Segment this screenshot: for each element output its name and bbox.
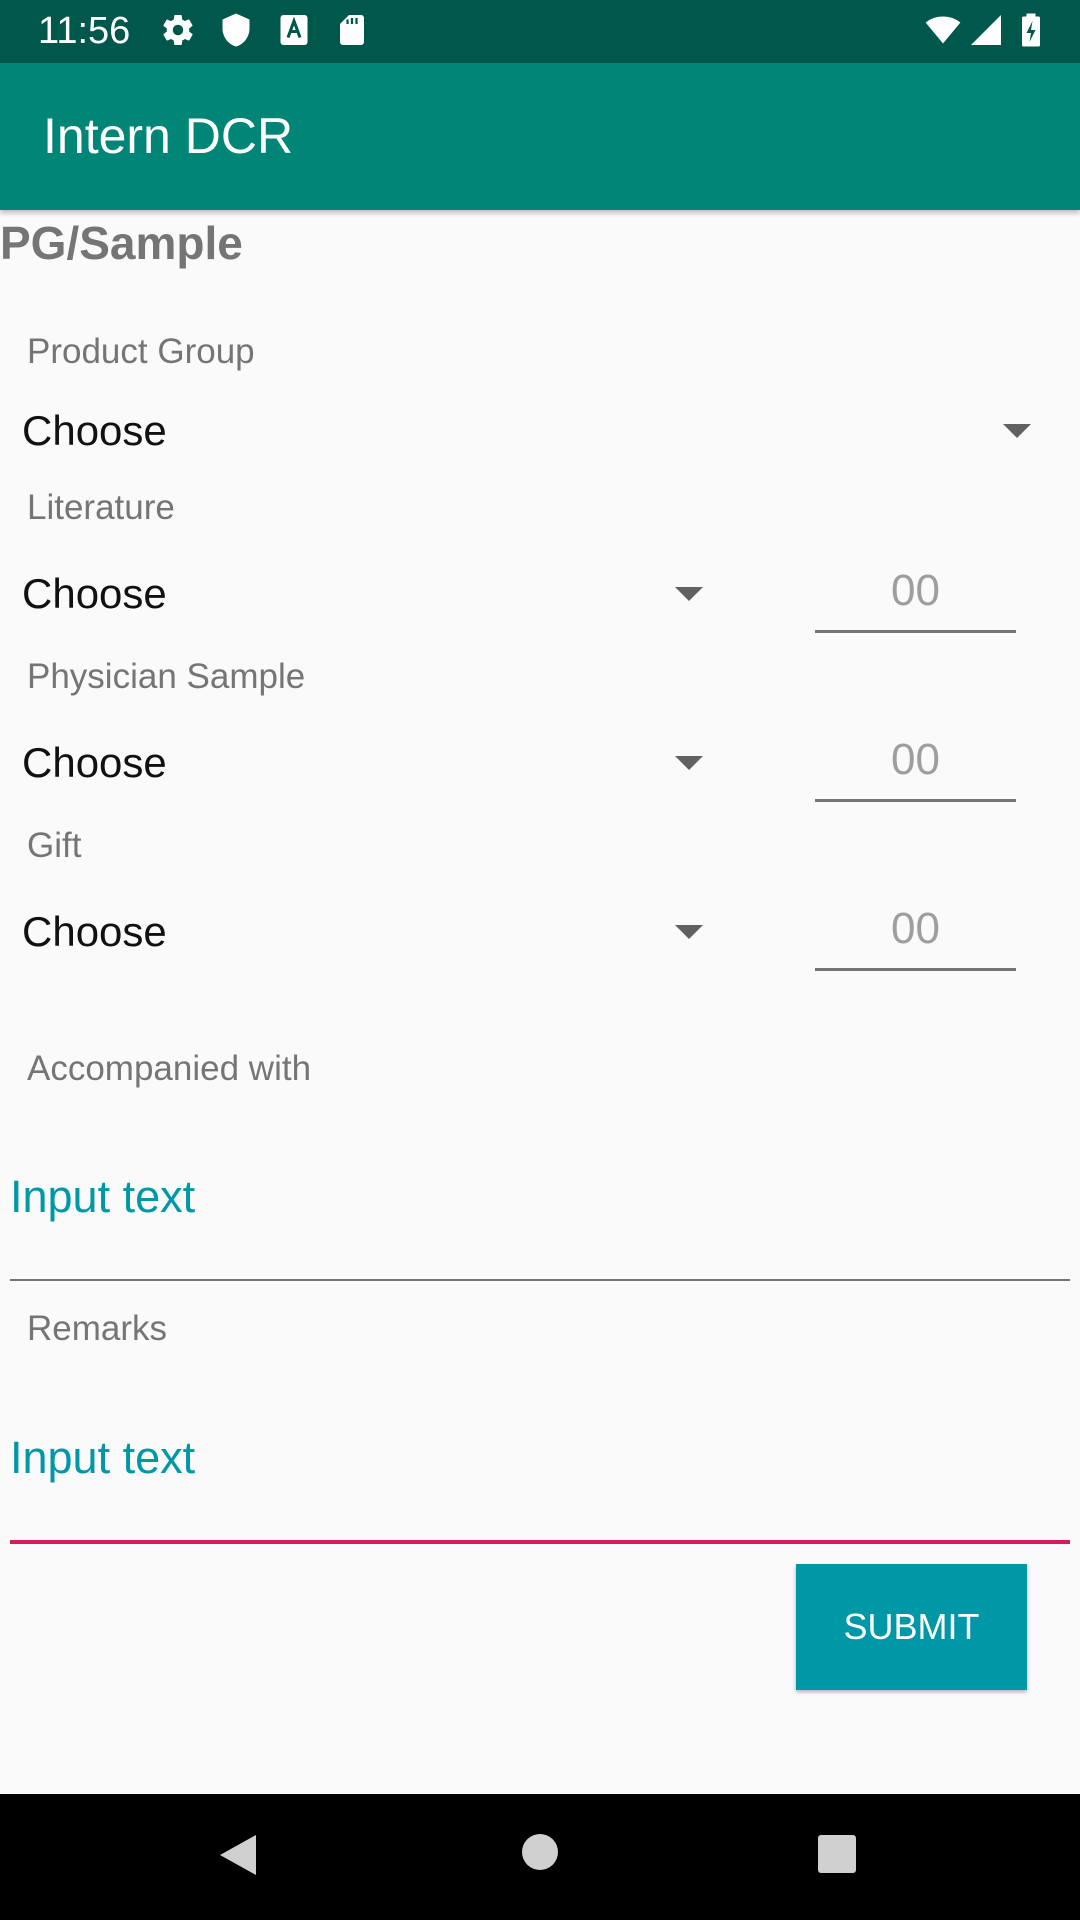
font-a-icon [280, 15, 308, 45]
literature-label: Literature [27, 488, 175, 527]
navigation-bar [0, 1794, 1080, 1920]
app-title: Intern DCR [43, 108, 294, 164]
sd-card-icon [340, 15, 364, 45]
physician-sample-quantity-input[interactable] [815, 721, 1016, 802]
battery-charging-icon [1022, 13, 1040, 47]
literature-quantity-input[interactable] [815, 552, 1016, 633]
chevron-down-icon [675, 925, 703, 939]
cell-signal-icon [971, 15, 1001, 45]
physician-sample-selected: Choose [22, 739, 167, 786]
physician-sample-dropdown[interactable]: Choose [0, 721, 720, 805]
shield-icon [222, 13, 250, 47]
chevron-down-icon [675, 587, 703, 601]
remarks-focus-underline [10, 1540, 1070, 1544]
gift-selected: Choose [22, 908, 167, 955]
product-group-selected: Choose [22, 407, 167, 454]
gift-quantity-input[interactable] [815, 890, 1016, 971]
accompanied-with-underline [10, 1279, 1070, 1281]
chevron-down-icon [1003, 424, 1031, 438]
gift-label: Gift [27, 826, 82, 865]
remarks-input[interactable] [10, 1403, 1070, 1513]
settings-icon [163, 15, 193, 46]
physician-sample-label: Physician Sample [27, 657, 306, 696]
back-icon[interactable] [216, 1831, 260, 1879]
wifi-icon [925, 16, 961, 44]
home-icon[interactable] [520, 1832, 560, 1872]
chevron-down-icon [675, 756, 703, 770]
status-time: 11:56 [38, 10, 131, 52]
literature-dropdown[interactable]: Choose [0, 552, 720, 636]
product-group-dropdown[interactable]: Choose [0, 389, 1060, 473]
section-title: PG/Sample [0, 217, 243, 269]
accompanied-with-input[interactable] [10, 1142, 1070, 1252]
product-group-label: Product Group [27, 332, 255, 371]
remarks-label: Remarks [27, 1309, 168, 1348]
recents-icon[interactable] [817, 1834, 857, 1874]
gift-dropdown[interactable]: Choose [0, 890, 720, 974]
literature-selected: Choose [22, 570, 167, 617]
status-bar: 11:56 [0, 0, 1080, 63]
submit-button[interactable]: SUBMIT [796, 1564, 1027, 1690]
app-bar: Intern DCR [0, 63, 1080, 210]
accompanied-with-label: Accompanied with [27, 1049, 312, 1088]
